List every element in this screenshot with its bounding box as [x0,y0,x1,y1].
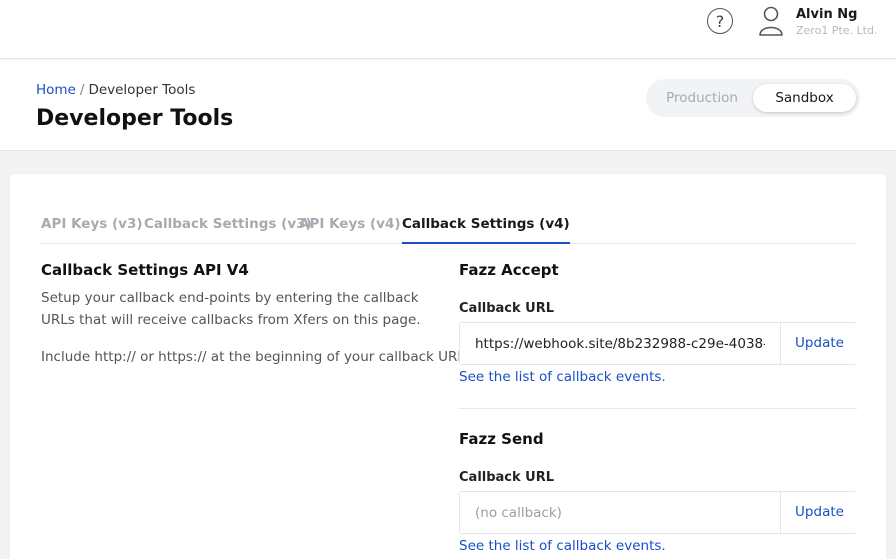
breadcrumb-current: Developer Tools [88,82,196,98]
intro-title: Callback Settings API V4 [41,261,249,279]
page-title: Developer Tools [36,106,234,131]
breadcrumb-separator: / [79,82,85,98]
tab-api-keys-v3[interactable]: API Keys (v3) [41,216,143,244]
tab-bar: API Keys (v3) Callback Settings (v3) API… [41,216,856,244]
fazz-accept-url-label: Callback URL [459,301,555,316]
fazz-accept-url-input[interactable] [460,323,781,364]
help-icon[interactable]: ? [707,8,733,34]
intro-note: Include http:// or https:// at the begin… [41,349,465,365]
page-header: Home / Developer Tools Developer Tools Pro… [0,60,896,151]
tab-callback-settings-v4[interactable]: Callback Settings (v4) [402,216,570,244]
fazz-accept-url-group: Update [459,322,857,365]
fazz-accept-title: Fazz Accept [459,261,559,279]
top-bar: ? Alvin Ng Zero1 Pte. Ltd. [0,0,896,59]
intro-description: Setup your callback end-points by enteri… [41,290,421,328]
env-sandbox-button[interactable]: Sandbox [753,84,856,112]
fazz-accept-events-link[interactable]: See the list of callback events. [459,369,666,385]
fazz-send-url-input[interactable] [460,492,781,533]
fazz-send-update-button[interactable]: Update [782,492,857,533]
fazz-send-url-group: Update [459,491,857,534]
breadcrumb: Home / Developer Tools [36,82,195,98]
callback-settings-card: API Keys (v3) Callback Settings (v3) API… [10,174,886,559]
breadcrumb-home-link[interactable]: Home [36,82,76,98]
tab-callback-settings-v3[interactable]: Callback Settings (v3) [144,216,312,244]
fazz-accept-update-button[interactable]: Update [782,323,857,364]
fazz-send-url-label: Callback URL [459,470,555,485]
user-organization: Zero1 Pte. Ltd. [796,24,878,37]
user-avatar-icon[interactable] [758,5,784,37]
fazz-send-events-link[interactable]: See the list of callback events. [459,538,666,554]
user-name[interactable]: Alvin Ng [796,7,857,22]
environment-toggle[interactable]: Production Sandbox [646,79,860,117]
fazz-send-title: Fazz Send [459,430,544,448]
section-divider [459,408,857,409]
env-production-button[interactable]: Production [652,84,752,112]
tab-api-keys-v4[interactable]: API Keys (v4) [299,216,401,244]
